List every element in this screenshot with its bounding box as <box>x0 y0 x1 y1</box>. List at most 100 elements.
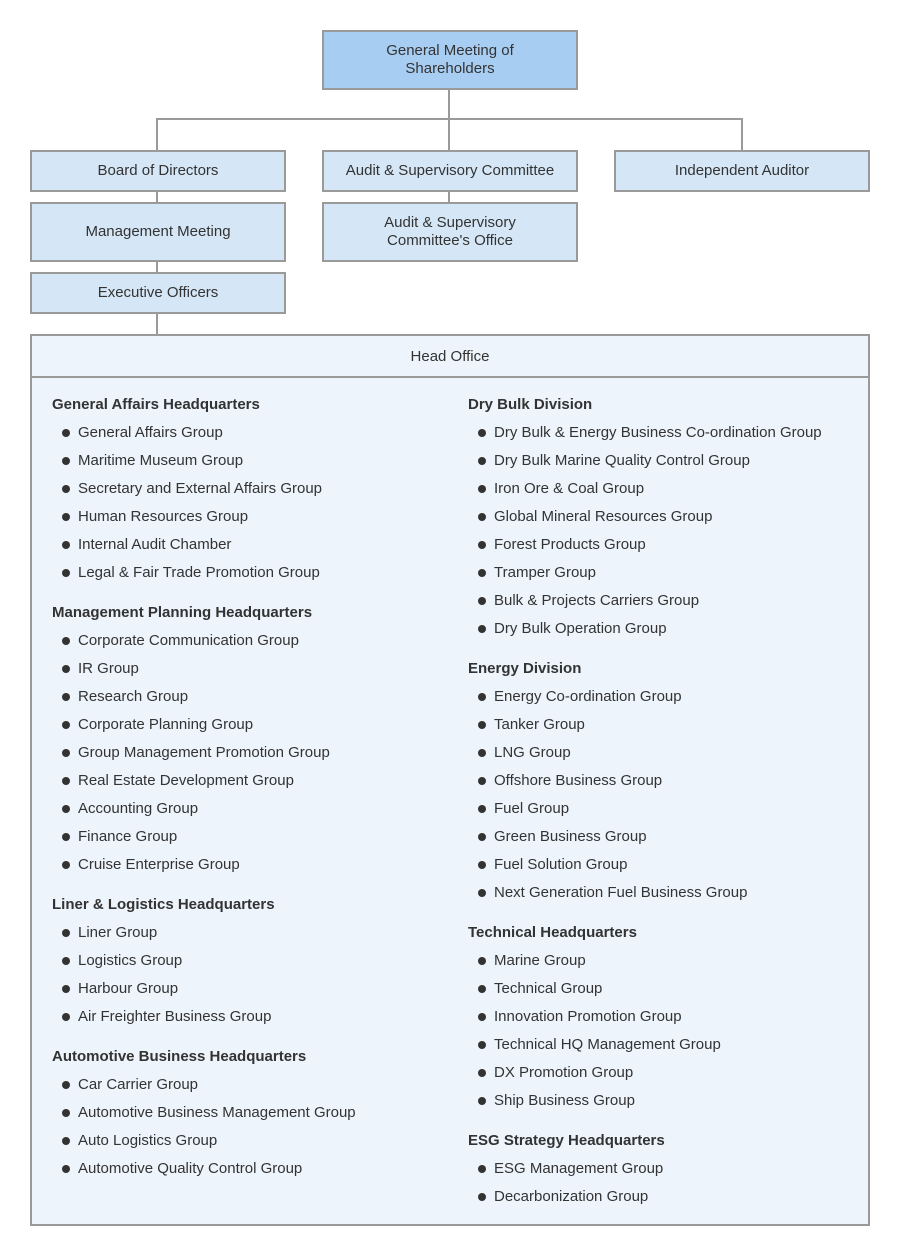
bullet-icon <box>62 569 70 577</box>
group-item: ESG Management Group <box>468 1155 822 1183</box>
connector <box>741 118 743 150</box>
group-item: Maritime Museum Group <box>52 447 356 475</box>
bullet-icon <box>62 749 70 757</box>
shareholders-label: General Meeting of Shareholders <box>386 42 514 77</box>
group-label: Dry Bulk Operation Group <box>494 620 667 637</box>
department-title: ESG Strategy Headquarters <box>468 1132 665 1149</box>
group-label: Next Generation Fuel Business Group <box>494 884 748 901</box>
department-title: Management Planning Headquarters <box>52 604 313 621</box>
bullet-icon <box>478 861 486 869</box>
bullet-icon <box>62 777 70 785</box>
bullet-icon <box>478 485 486 493</box>
department-section: Energy Division Energy Co-ordination Grou… <box>468 655 822 907</box>
bullet-icon <box>62 513 70 521</box>
left-column: General Affairs Headquarters General Affa… <box>52 391 356 1195</box>
group-item: General Affairs Group <box>52 419 356 447</box>
audit-committee-box: Audit & Supervisory Committee <box>322 150 578 192</box>
group-label: Forest Products Group <box>494 536 646 553</box>
group-label: Harbour Group <box>78 980 179 997</box>
group-label: IR Group <box>78 660 139 677</box>
group-label: DX Promotion Group <box>494 1064 634 1081</box>
bullet-icon <box>478 597 486 605</box>
department-section: Technical Headquarters Marine Group Techni… <box>468 919 822 1115</box>
department-section: Management Planning Headquarters Corporat… <box>52 599 356 879</box>
group-label: Research Group <box>78 688 189 705</box>
group-item: Harbour Group <box>52 975 356 1003</box>
bullet-icon <box>62 637 70 645</box>
group-item: Technical Group <box>468 975 822 1003</box>
group-label: Group Management Promotion Group <box>78 744 330 761</box>
group-item: Research Group <box>52 683 356 711</box>
bullet-icon <box>478 625 486 633</box>
bullet-icon <box>478 693 486 701</box>
bullet-icon <box>62 833 70 841</box>
group-label: Global Mineral Resources Group <box>494 508 713 525</box>
group-label: Accounting Group <box>78 800 199 817</box>
management-meeting-label: Management Meeting <box>85 223 231 240</box>
group-item: Tanker Group <box>468 711 822 739</box>
group-label: Ship Business Group <box>494 1092 635 1109</box>
group-item: Legal & Fair Trade Promotion Group <box>52 559 356 587</box>
department-title: Technical Headquarters <box>468 924 637 941</box>
group-item: LNG Group <box>468 739 822 767</box>
group-item: Accounting Group <box>52 795 356 823</box>
bullet-icon <box>62 929 70 937</box>
bullet-icon <box>62 1165 70 1173</box>
group-item: Cruise Enterprise Group <box>52 851 356 879</box>
bullet-icon <box>62 1109 70 1117</box>
group-item: Marine Group <box>468 947 822 975</box>
department-title: Energy Division <box>468 660 582 677</box>
group-label: Liner Group <box>78 924 158 941</box>
group-label: Human Resources Group <box>78 508 249 525</box>
right-column: Dry Bulk Division Dry Bulk & Energy Busin… <box>468 391 822 1223</box>
department-section: Dry Bulk Division Dry Bulk & Energy Busin… <box>468 391 822 643</box>
bullet-icon <box>62 1137 70 1145</box>
group-item: Next Generation Fuel Business Group <box>468 879 822 907</box>
group-item: Liner Group <box>52 919 356 947</box>
bullet-icon <box>478 1069 486 1077</box>
group-item: Forest Products Group <box>468 531 822 559</box>
group-label: Tramper Group <box>494 564 596 581</box>
group-item: Real Estate Development Group <box>52 767 356 795</box>
group-item: Internal Audit Chamber <box>52 531 356 559</box>
group-item: Innovation Promotion Group <box>468 1003 822 1031</box>
independent-auditor-label: Independent Auditor <box>674 162 810 179</box>
group-item: Finance Group <box>52 823 356 851</box>
department-title: Liner & Logistics Headquarters <box>52 896 275 913</box>
bullet-icon <box>478 721 486 729</box>
audit-office-label: Audit & Supervisory Committee's Office <box>384 214 516 249</box>
bullet-icon <box>478 541 486 549</box>
group-label: Offshore Business Group <box>494 772 663 789</box>
group-item: Fuel Solution Group <box>468 851 822 879</box>
group-label: Real Estate Development Group <box>78 772 294 789</box>
group-item: Tramper Group <box>468 559 822 587</box>
bullet-icon <box>478 957 486 965</box>
connector <box>156 191 158 202</box>
group-label: Dry Bulk Marine Quality Control Group <box>494 452 750 469</box>
bullet-icon <box>478 457 486 465</box>
group-label: Energy Co-ordination Group <box>494 688 682 705</box>
group-item: Human Resources Group <box>52 503 356 531</box>
group-label: Maritime Museum Group <box>78 452 244 469</box>
bullet-icon <box>478 569 486 577</box>
group-item: Dry Bulk Marine Quality Control Group <box>468 447 822 475</box>
executive-officers-label: Executive Officers <box>97 284 219 301</box>
group-label: Air Freighter Business Group <box>78 1008 272 1025</box>
bullet-icon <box>478 1097 486 1105</box>
group-item: IR Group <box>52 655 356 683</box>
bullet-icon <box>62 957 70 965</box>
group-label: Corporate Planning Group <box>78 716 254 733</box>
board-label: Board of Directors <box>97 162 219 179</box>
group-item: Automotive Business Management Group <box>52 1099 356 1127</box>
bullet-icon <box>62 485 70 493</box>
group-label: Fuel Group <box>494 800 570 817</box>
group-label: LNG Group <box>494 744 571 761</box>
group-item: Air Freighter Business Group <box>52 1003 356 1031</box>
group-label: Green Business Group <box>494 828 647 845</box>
bullet-icon <box>478 429 486 437</box>
bullet-icon <box>62 1081 70 1089</box>
group-label: Logistics Group <box>78 952 183 969</box>
group-label: Dry Bulk & Energy Business Co-ordination… <box>494 424 822 441</box>
bullet-icon <box>62 805 70 813</box>
department-section: Automotive Business Headquarters Car Carr… <box>52 1043 356 1183</box>
